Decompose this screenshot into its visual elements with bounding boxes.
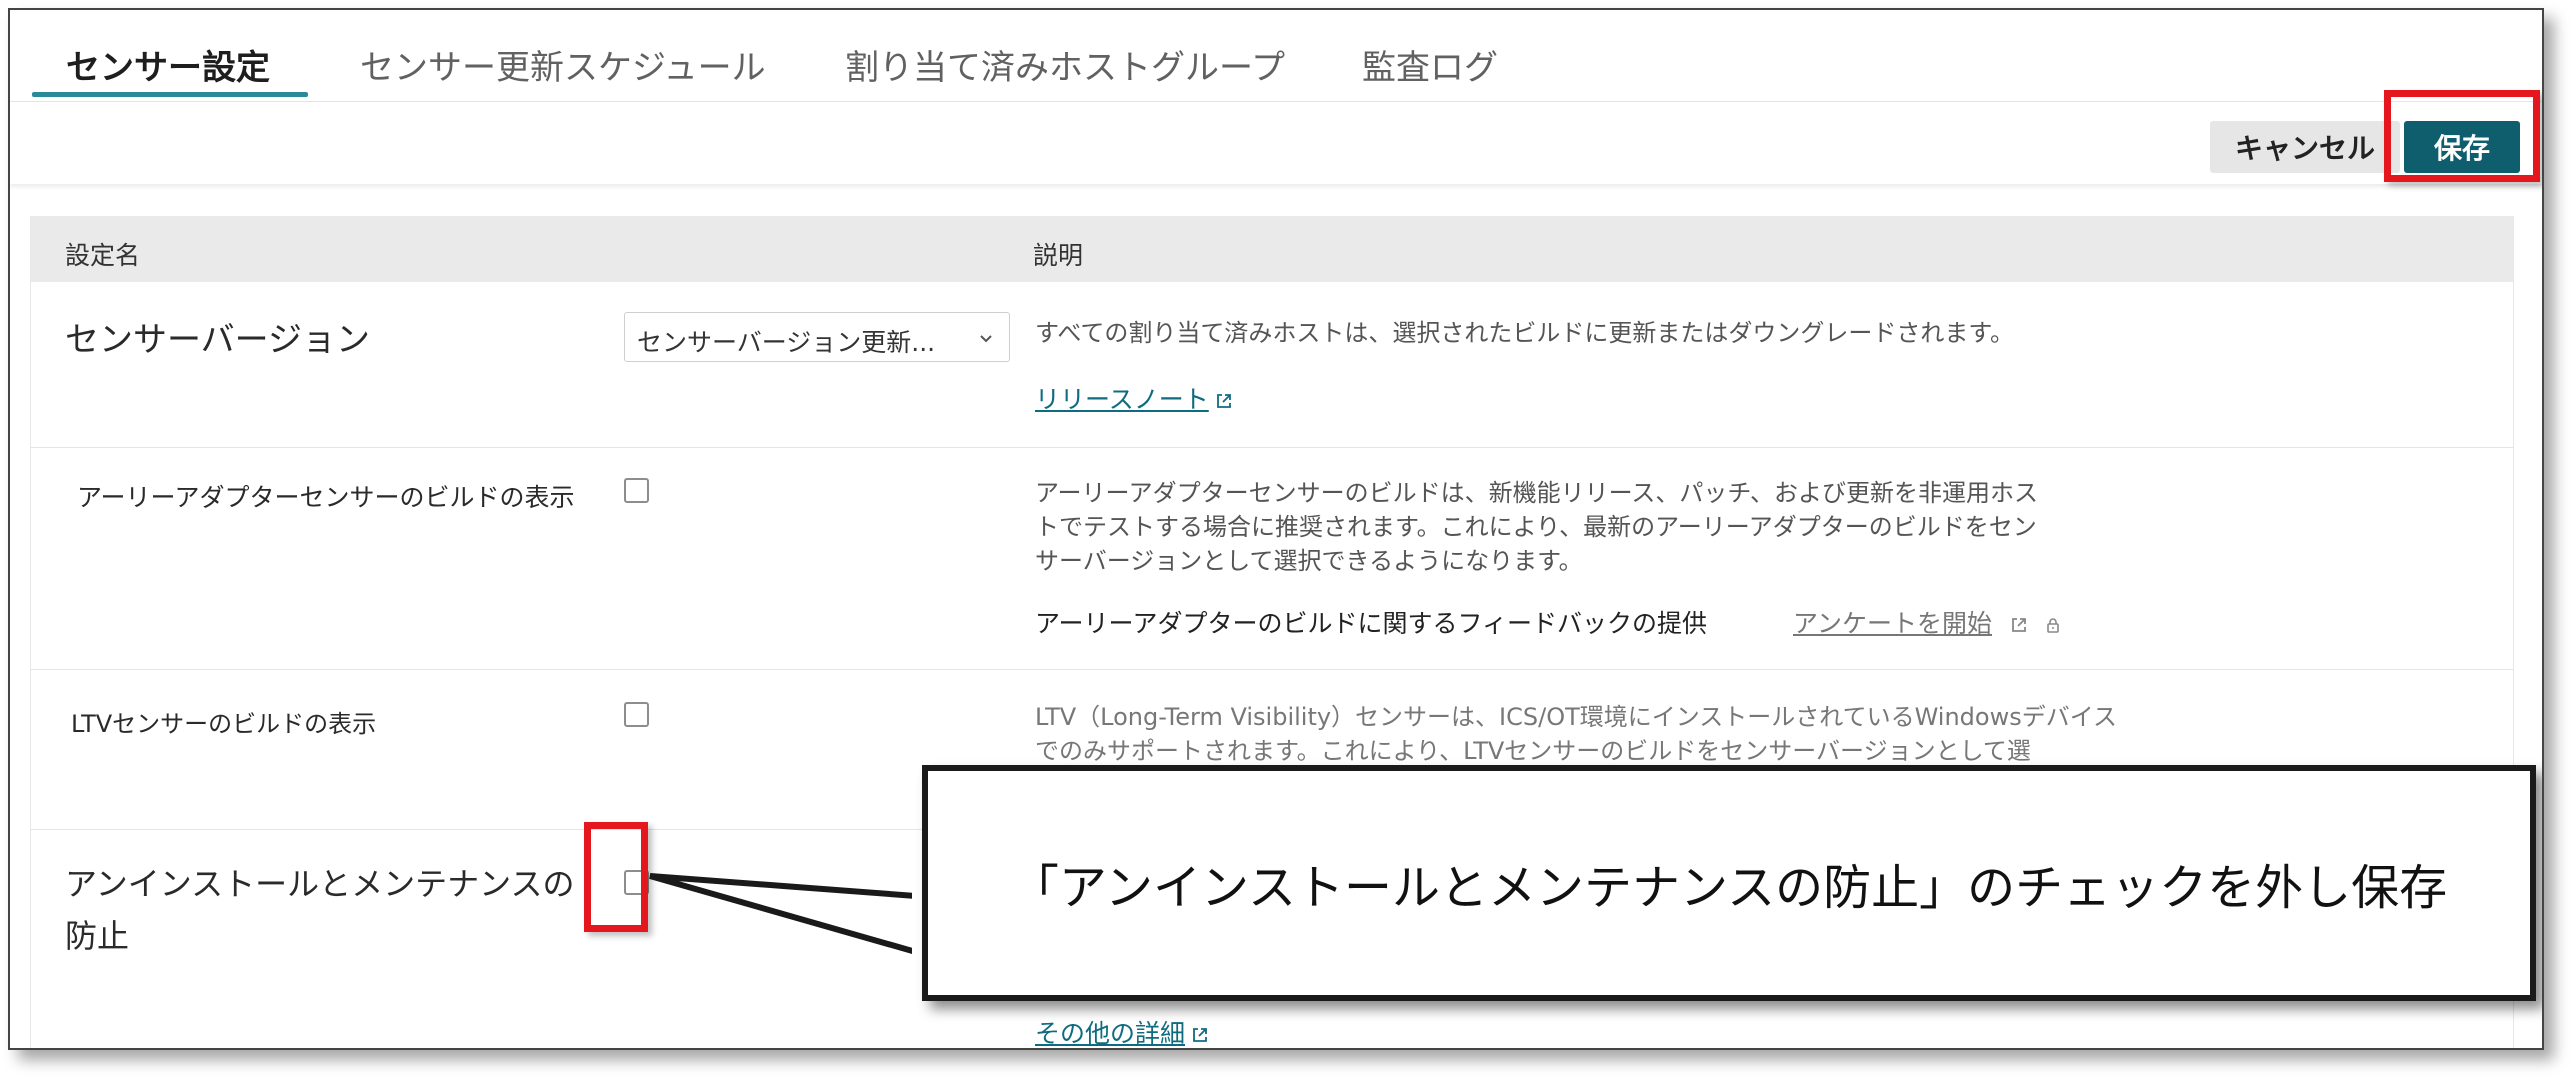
- setting-description-sensor-version: すべての割り当て済みホストは、選択されたビルドに更新またはダウングレードされます…: [1035, 316, 2014, 350]
- early-adopter-feedback-label: アーリーアダプターのビルドに関するフィードバックの提供: [1035, 609, 1708, 638]
- start-survey-link-label: アンケートを開始: [1793, 609, 1993, 638]
- more-details-link[interactable]: その他の詳細: [1035, 1014, 1209, 1048]
- description-line: LTV（Long-Term Visibility）センサーは、ICS/OT環境に…: [1035, 703, 2117, 731]
- setting-name-line: 防止: [65, 917, 130, 955]
- setting-name-ltv: LTVセンサーのビルドの表示: [71, 710, 377, 738]
- description-line: でのみサポートされます。これにより、LTVセンサーのビルドをセンサーバージョンと…: [1035, 737, 2031, 765]
- release-notes-link[interactable]: リリースノート: [1035, 380, 1233, 416]
- cancel-button[interactable]: キャンセル: [2210, 121, 2400, 173]
- description-line: アーリーアダプターセンサーのビルドは、新機能リリース、パッチ、および更新を非運用…: [1035, 479, 2038, 507]
- table-row-sensor-version: センサーバージョン センサーバージョン更新... すべての割り当て済みホストは、…: [31, 282, 2513, 448]
- tab-assigned-host-groups[interactable]: 割り当て済みホストグループ: [845, 40, 1285, 89]
- column-header-description: 説明: [1033, 241, 1084, 270]
- release-notes-link-label: リリースノート: [1035, 385, 1209, 414]
- ltv-checkbox[interactable]: [624, 702, 649, 727]
- setting-name-early-adopter: アーリーアダプターセンサーのビルドの表示: [77, 483, 575, 512]
- annotation-callout: 「アンインストールとメンテナンスの防止」のチェックを外し保存: [922, 765, 2536, 1001]
- early-adopter-checkbox[interactable]: [624, 478, 649, 503]
- more-details-link-label: その他の詳細: [1035, 1019, 1186, 1048]
- tab-sensor-settings[interactable]: センサー設定: [66, 40, 270, 89]
- column-header-setting-name: 設定名: [65, 241, 141, 270]
- setting-name-line: アンインストールとメンテナンスの: [65, 865, 575, 903]
- sensor-version-select[interactable]: センサーバージョン更新...: [624, 312, 1010, 362]
- uninstall-protection-checkbox[interactable]: [624, 870, 649, 895]
- callout-text: 「アンインストールとメンテナンスの防止」のチェックを外し保存: [1010, 860, 2448, 916]
- external-link-icon: [1216, 394, 1231, 408]
- table-row-early-adopter: アーリーアダプターセンサーのビルドの表示 アーリーアダプターセンサーのビルドは、…: [31, 448, 2513, 670]
- setting-name-uninstall-protection: アンインストールとメンテナンスの 防止: [65, 858, 574, 962]
- active-tab-indicator: [32, 92, 308, 97]
- action-bar: キャンセル 保存: [10, 102, 2542, 184]
- tab-bar: センサー設定 センサー更新スケジュール 割り当て済みホストグループ 監査ログ: [10, 10, 2542, 102]
- chevron-down-icon: [980, 335, 992, 343]
- setting-description-early-adopter: アーリーアダプターセンサーのビルドは、新機能リリース、パッチ、および更新を非運用…: [1035, 476, 2038, 578]
- tab-audit-log[interactable]: 監査ログ: [1362, 40, 1498, 89]
- setting-name-sensor-version: センサーバージョン: [65, 320, 370, 360]
- save-button[interactable]: 保存: [2404, 121, 2520, 173]
- sensor-version-select-value: センサーバージョン更新...: [637, 328, 936, 357]
- external-link-icon: [1193, 1028, 1207, 1042]
- lock-icon: [2047, 618, 2059, 633]
- start-survey-link[interactable]: アンケートを開始: [1793, 604, 2062, 640]
- description-line: サーバージョンとして選択できるようになります。: [1035, 547, 1583, 575]
- sensor-settings-window: センサー設定 センサー更新スケジュール 割り当て済みホストグループ 監査ログ キ…: [8, 8, 2544, 1050]
- setting-description-ltv: LTV（Long-Term Visibility）センサーは、ICS/OT環境に…: [1035, 700, 2117, 768]
- external-link-icon: [2012, 618, 2026, 632]
- table-header: 設定名 説明: [31, 216, 2513, 282]
- tab-sensor-update-schedule[interactable]: センサー更新スケジュール: [360, 40, 766, 89]
- description-line: すべての割り当て済みホストは、選択されたビルドに更新またはダウングレードされます…: [1035, 319, 2014, 347]
- description-line: トでテストする場合に推奨されます。これにより、最新のアーリーアダプターのビルドを…: [1035, 513, 2037, 541]
